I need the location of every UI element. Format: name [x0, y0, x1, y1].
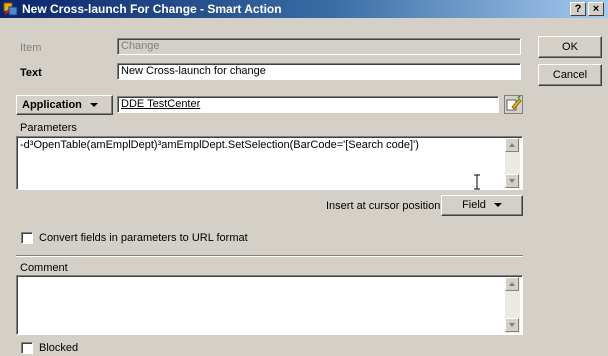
scroll-down-arrow-icon[interactable]: [505, 174, 519, 188]
item-label: Item: [20, 42, 42, 54]
item-field: Change: [117, 38, 521, 55]
insert-at-cursor-label: Insert at cursor position:: [326, 200, 444, 212]
parameters-text: -d³OpenTable(amEmplDept)³amEmplDept.SetS…: [20, 139, 419, 151]
help-button[interactable]: ?: [570, 2, 586, 16]
edit-pencil-icon[interactable]: [504, 95, 523, 114]
parameters-label: Parameters: [20, 122, 77, 134]
close-button[interactable]: ×: [588, 2, 604, 16]
text-field[interactable]: New Cross-launch for change: [117, 63, 521, 80]
convert-url-label: Convert fields in parameters to URL form…: [39, 232, 248, 244]
application-field[interactable]: DDE TestCenter: [117, 96, 499, 113]
field-button-label: Field: [462, 199, 486, 211]
scroll-up-arrow-icon[interactable]: [505, 277, 519, 291]
convert-url-checkbox[interactable]: [21, 232, 33, 244]
application-dropdown-button[interactable]: Application: [16, 95, 113, 115]
field-dropdown-button[interactable]: Field: [441, 195, 523, 216]
cancel-button[interactable]: Cancel: [538, 64, 602, 86]
chevron-down-icon: [89, 103, 98, 108]
ok-button[interactable]: OK: [538, 36, 602, 58]
window-title: New Cross-launch For Change - Smart Acti…: [22, 2, 282, 16]
scroll-up-arrow-icon[interactable]: [505, 138, 519, 152]
separator: [16, 255, 523, 257]
blocked-label: Blocked: [39, 342, 79, 354]
blocked-checkbox[interactable]: [21, 342, 33, 354]
scroll-down-arrow-icon[interactable]: [505, 318, 519, 332]
text-label: Text: [20, 67, 42, 79]
text-cursor-icon: [474, 174, 480, 190]
chevron-down-icon: [493, 203, 502, 208]
application-button-label: Application: [22, 99, 82, 111]
smart-action-icon: [3, 2, 18, 16]
parameters-textarea[interactable]: -d³OpenTable(amEmplDept)³amEmplDept.SetS…: [16, 136, 523, 190]
comment-textarea[interactable]: [16, 275, 523, 335]
comment-label: Comment: [20, 262, 68, 274]
